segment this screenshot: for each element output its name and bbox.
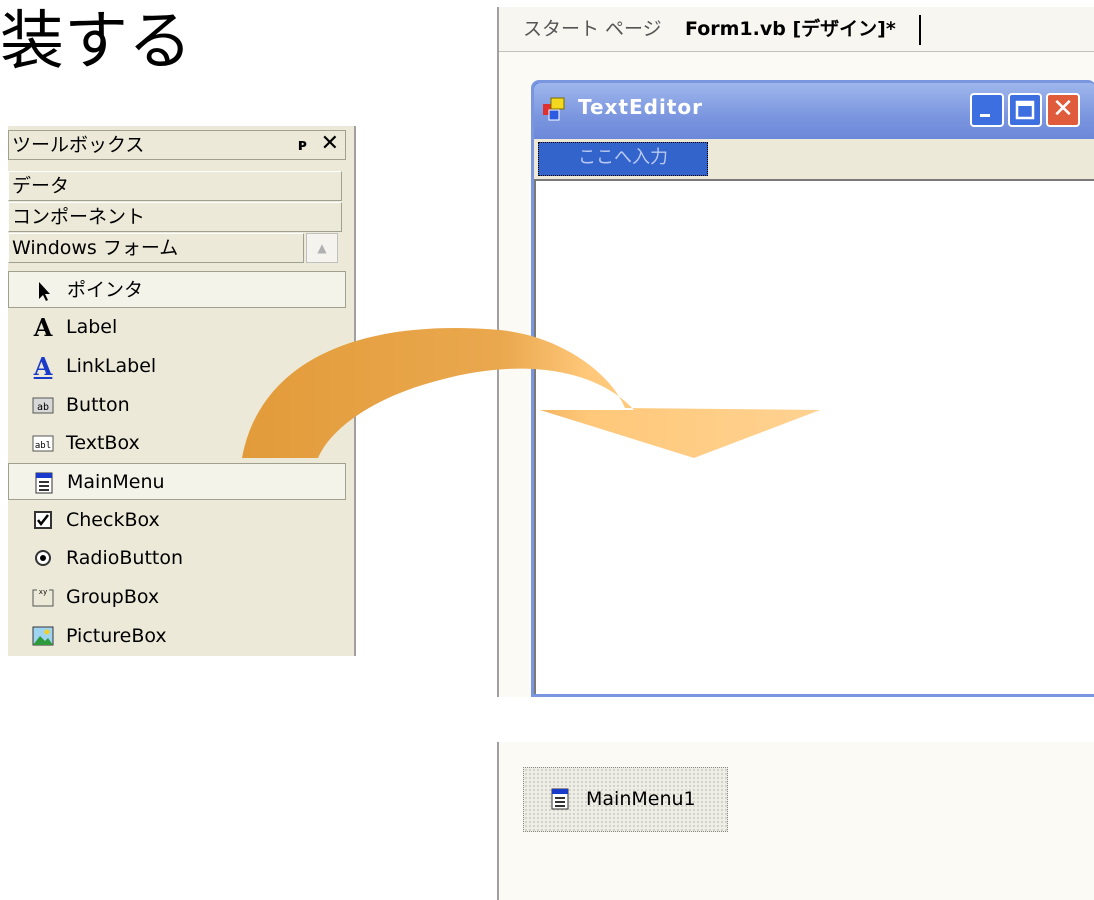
tool-label: CheckBox bbox=[66, 509, 160, 531]
toolbox-titlebar: ツールボックス ᴘ ✕ bbox=[8, 130, 346, 160]
svg-text:xy: xy bbox=[39, 588, 47, 596]
tray-component-mainmenu1[interactable]: MainMenu1 bbox=[523, 767, 728, 832]
tool-label: GroupBox bbox=[66, 586, 160, 608]
label-icon: A bbox=[33, 313, 53, 342]
toolbox-category-data[interactable]: データ bbox=[8, 171, 342, 201]
tool-label: RadioButton bbox=[66, 547, 184, 569]
slide-heading: 装する bbox=[0, 5, 192, 79]
tool-label: Label bbox=[66, 316, 118, 338]
tool-label: MainMenu bbox=[67, 471, 165, 493]
toolbox-category-components[interactable]: コンポーネント bbox=[8, 202, 342, 232]
tool-label: TextBox bbox=[66, 432, 140, 454]
tool-item-picturebox[interactable]: PictureBox bbox=[8, 618, 346, 655]
tool-item-label[interactable]: A Label bbox=[8, 309, 346, 346]
pin-icon[interactable]: ᴘ bbox=[298, 131, 307, 159]
close-window-button[interactable]: ✕ bbox=[1046, 93, 1080, 127]
form-designer: スタート ページ Form1.vb [デザイン]* TextEditor ✕ こ… bbox=[497, 7, 1094, 697]
tool-label: PictureBox bbox=[66, 625, 167, 647]
svg-text:ab: ab bbox=[37, 402, 49, 413]
tab-start-page[interactable]: スタート ページ bbox=[523, 7, 662, 51]
pointer-arrow-icon bbox=[33, 280, 55, 302]
toolbox-category-windows-forms[interactable]: Windows フォーム ▲ bbox=[8, 233, 338, 263]
tool-label: LinkLabel bbox=[66, 355, 157, 377]
form-titlebar: TextEditor ✕ bbox=[534, 83, 1094, 139]
document-tabs: スタート ページ Form1.vb [デザイン]* bbox=[499, 7, 1094, 52]
toolbox-title: ツールボックス bbox=[12, 134, 145, 156]
picture-box-icon bbox=[32, 626, 54, 648]
toolbox-category-label: Windows フォーム bbox=[12, 237, 179, 259]
form-menu-strip: ここへ入力 bbox=[534, 139, 1094, 179]
close-icon[interactable]: ✕ bbox=[321, 130, 339, 158]
tool-item-pointer[interactable]: ポインタ bbox=[8, 271, 346, 308]
tool-item-textbox[interactable]: abl TextBox bbox=[8, 425, 346, 462]
tool-item-checkbox[interactable]: CheckBox bbox=[8, 502, 346, 539]
radio-button-icon bbox=[32, 548, 54, 570]
main-menu-icon bbox=[33, 472, 55, 494]
svg-text:abl: abl bbox=[35, 441, 51, 451]
tool-item-linklabel[interactable]: A LinkLabel bbox=[8, 348, 346, 385]
tool-label: Button bbox=[66, 394, 130, 416]
main-menu-icon bbox=[550, 788, 572, 810]
textbox-icon: abl bbox=[32, 433, 54, 455]
tray-component-label: MainMenu1 bbox=[586, 788, 696, 810]
toolbox-panel: ツールボックス ᴘ ✕ データ コンポーネント Windows フォーム ▲ ポ… bbox=[8, 126, 356, 656]
minimize-button[interactable] bbox=[970, 93, 1004, 127]
checkbox-icon bbox=[32, 510, 54, 532]
menu-type-here-field[interactable]: ここへ入力 bbox=[538, 142, 708, 176]
form-title: TextEditor bbox=[578, 95, 704, 119]
form-app-icon bbox=[542, 97, 566, 121]
button-icon: ab bbox=[32, 395, 54, 417]
maximize-button[interactable] bbox=[1008, 93, 1042, 127]
tab-divider bbox=[919, 15, 921, 45]
tool-label: ポインタ bbox=[67, 279, 144, 301]
tool-item-groupbox[interactable]: xy GroupBox bbox=[8, 579, 346, 616]
textEditor-form-window[interactable]: TextEditor ✕ ここへ入力 bbox=[531, 80, 1094, 697]
component-tray: MainMenu1 bbox=[497, 742, 1094, 900]
link-label-icon: A bbox=[33, 352, 53, 381]
tool-item-radiobutton[interactable]: RadioButton bbox=[8, 540, 346, 577]
tab-form1-design[interactable]: Form1.vb [デザイン]* bbox=[685, 7, 896, 51]
form-client-area[interactable] bbox=[534, 179, 1094, 694]
tool-item-button[interactable]: ab Button bbox=[8, 387, 346, 424]
tool-item-mainmenu[interactable]: MainMenu bbox=[8, 463, 346, 500]
scroll-up-button[interactable]: ▲ bbox=[306, 233, 338, 263]
groupbox-icon: xy bbox=[32, 587, 54, 609]
